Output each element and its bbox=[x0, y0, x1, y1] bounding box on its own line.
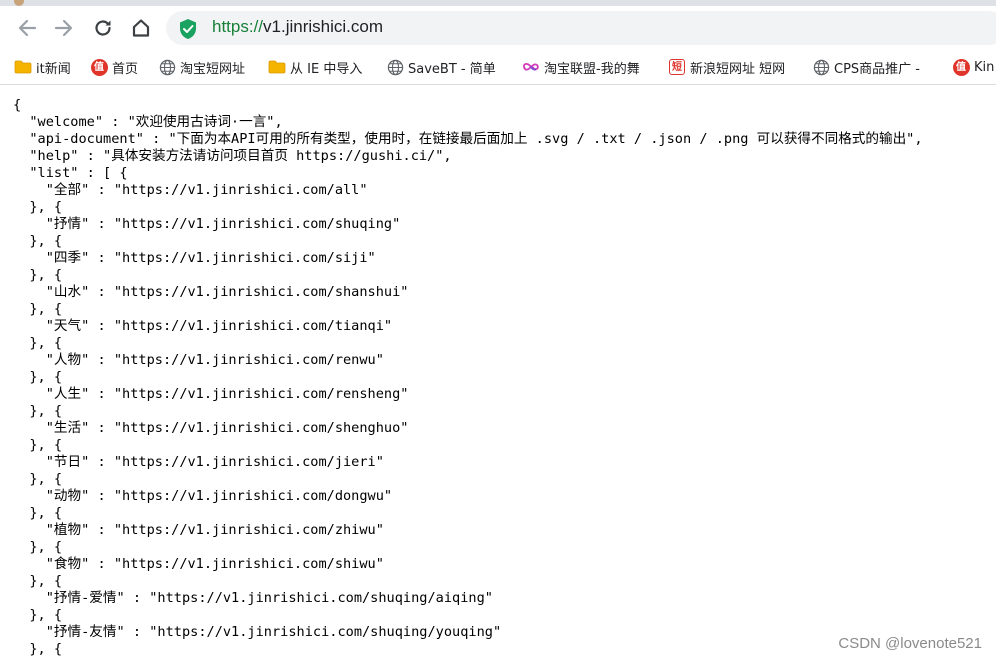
bookmark-taobao-alliance[interactable]: 淘宝联盟-我的舞 bbox=[522, 50, 640, 84]
globe-icon bbox=[386, 58, 404, 76]
bookmark-kin[interactable]: 值 Kin bbox=[952, 50, 994, 84]
red-badge-icon: 值 bbox=[90, 58, 108, 76]
folder-icon bbox=[268, 58, 286, 76]
red-badge-icon: 值 bbox=[952, 58, 970, 76]
reload-button[interactable] bbox=[89, 14, 117, 42]
bookmark-label: CPS商品推广 - bbox=[834, 61, 920, 77]
forward-button[interactable] bbox=[50, 14, 78, 42]
bookmark-savebt[interactable]: SaveBT - 简单 bbox=[386, 50, 496, 84]
home-icon bbox=[130, 17, 152, 39]
address-url[interactable]: https://v1.jinrishici.com bbox=[212, 17, 383, 37]
back-button[interactable] bbox=[13, 14, 41, 42]
bookmark-home[interactable]: 值 首页 bbox=[90, 50, 138, 84]
globe-icon bbox=[158, 58, 176, 76]
json-response-body: { "welcome" : "欢迎使用古诗词·一言", "api-documen… bbox=[13, 97, 923, 657]
bookmark-label: 首页 bbox=[112, 61, 139, 77]
secure-shield-icon bbox=[178, 18, 198, 44]
bookmark-it-news[interactable]: it新闻 bbox=[14, 50, 71, 84]
bookmarks-bar: it新闻 值 首页 淘宝短网址 从 IE 中导入 SaveBT - 简单 淘宝联… bbox=[0, 50, 996, 85]
bookmark-label: SaveBT - 简单 bbox=[408, 61, 496, 77]
reload-icon bbox=[92, 17, 114, 39]
address-bar[interactable]: https://v1.jinrishici.com bbox=[166, 11, 996, 45]
home-button[interactable] bbox=[127, 14, 155, 42]
bookmark-label: Kin bbox=[974, 59, 995, 75]
url-host: v1.jinrishici.com bbox=[263, 17, 384, 36]
page-content: { "welcome" : "欢迎使用古诗词·一言", "api-documen… bbox=[0, 85, 996, 660]
bookmark-taobao-short-url[interactable]: 淘宝短网址 bbox=[158, 50, 245, 84]
square-badge-icon: 短 bbox=[668, 58, 686, 76]
infinity-icon bbox=[522, 58, 540, 76]
url-scheme: https:// bbox=[212, 17, 264, 36]
bookmark-label: it新闻 bbox=[36, 61, 71, 77]
folder-icon bbox=[14, 58, 32, 76]
bookmark-label: 淘宝联盟-我的舞 bbox=[544, 61, 640, 77]
bookmark-sina-short-url[interactable]: 短 新浪短网址 短网 bbox=[668, 50, 785, 84]
arrow-left-icon bbox=[16, 17, 38, 39]
bookmark-label: 淘宝短网址 bbox=[180, 61, 246, 77]
bookmark-label: 新浪短网址 短网 bbox=[690, 61, 786, 77]
bookmark-label: 从 IE 中导入 bbox=[290, 61, 363, 77]
globe-icon bbox=[812, 58, 830, 76]
bookmark-cps-promotion[interactable]: CPS商品推广 - bbox=[812, 50, 920, 84]
browser-toolbar: https://v1.jinrishici.com bbox=[0, 6, 996, 50]
arrow-right-icon bbox=[53, 17, 75, 39]
csdn-watermark: CSDN @lovenote521 bbox=[838, 635, 982, 652]
bookmark-import-from-ie[interactable]: 从 IE 中导入 bbox=[268, 50, 362, 84]
